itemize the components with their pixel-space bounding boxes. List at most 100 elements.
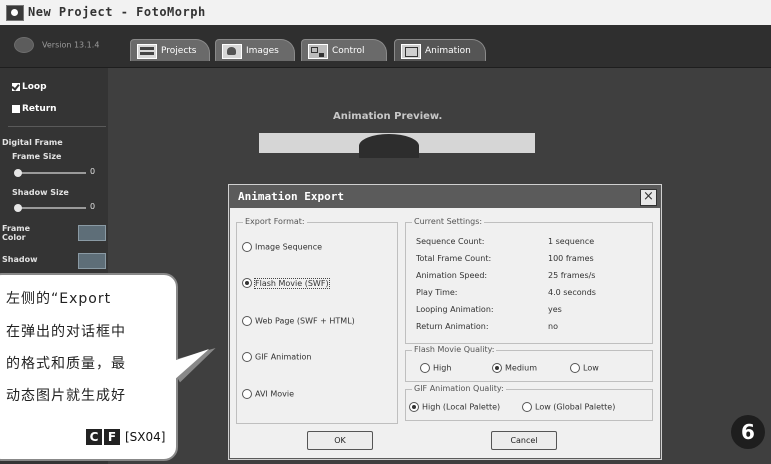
current-settings-group: Current Settings: Sequence Count: 1 sequ… [405,217,653,344]
settings-key: Return Animation: [416,322,489,331]
radio-icon [242,242,252,252]
shadow-label: Shadow [2,255,38,264]
cf-badge-f: F [104,429,120,445]
shadow-size-slider[interactable] [18,207,86,209]
radio-selected-icon [242,278,252,288]
gif-quality-label: GIF Animation Quality: [412,384,506,393]
fotomorph-logo-icon [14,37,34,53]
animation-export-dialog: Animation Export × Export Format: Image … [229,185,661,459]
loop-label: Loop [22,82,47,92]
settings-value: no [548,322,558,331]
preview-title: Animation Preview. [333,111,443,122]
tab-images-label: Images [246,46,279,56]
radio-gif-low-label: Low (Global Palette) [535,402,616,412]
grid-icon [137,44,157,59]
callout-text-line: 的格式和质量，最 [6,356,126,372]
tab-projects-label: Projects [161,46,197,56]
radio-flash-high-label: High [433,363,452,373]
radio-avi-movie[interactable]: AVI Movie [242,389,294,399]
radio-icon [420,363,430,373]
frame-color-swatch[interactable] [78,225,106,241]
radio-flash-high[interactable]: High [420,363,451,373]
radio-flash-medium[interactable]: Medium [492,363,537,373]
checkbox-unchecked-icon [12,104,20,113]
frame-size-slider-handle[interactable] [14,169,22,177]
sidebar-divider [8,126,106,127]
cf-badge-c: C [86,429,102,445]
shadow-size-label: Shadow Size [12,188,69,197]
export-format-label: Export Format: [243,217,307,226]
step-number-badge: 6 [731,415,765,449]
preview-image-shape [359,134,419,158]
tab-animation-label: Animation [425,46,471,56]
radio-flash-movie[interactable]: Flash Movie (SWF) [242,277,330,289]
control-icon [308,44,328,59]
settings-key: Animation Speed: [416,271,488,280]
radio-flash-medium-label: Medium [505,363,537,373]
radio-icon [522,402,532,412]
radio-web-page-label: Web Page (SWF + HTML) [255,316,355,326]
callout-text-line: 在弹出的对话框中 [6,324,126,340]
return-checkbox[interactable]: Return [12,104,57,114]
settings-key: Sequence Count: [416,237,485,246]
radio-icon [242,352,252,362]
radio-selected-icon [409,402,419,412]
tab-images[interactable]: Images [215,39,295,61]
callout-code: [SX04] [125,430,166,444]
animation-icon [401,44,421,59]
frame-size-value: 0 [90,167,96,176]
current-settings-label: Current Settings: [412,217,485,226]
window-title: New Project - FotoMorph [28,5,206,19]
radio-avi-movie-label: AVI Movie [255,389,295,399]
top-toolbar: Version 13.1.4 Projects Images Control A… [0,25,771,68]
tab-control-label: Control [332,46,365,56]
settings-key: Total Frame Count: [416,254,492,263]
return-label: Return [22,104,57,114]
radio-gif-high-label: High (Local Palette) [422,402,501,412]
callout-text-line: 左侧的“Export [6,291,112,307]
settings-value: 4.0 seconds [548,288,596,297]
tab-control[interactable]: Control [301,39,387,61]
radio-gif-high[interactable]: High (Local Palette) [409,402,500,412]
tab-animation[interactable]: Animation [394,39,486,61]
shadow-size-value: 0 [90,202,96,211]
settings-value: 25 frames/s [548,271,596,280]
radio-gif-animation-label: GIF Animation [255,352,312,362]
radio-icon [570,363,580,373]
checkbox-checked-icon [12,82,20,91]
radio-image-sequence-label: Image Sequence [255,242,323,252]
settings-key: Play Time: [416,288,458,297]
settings-key: Looping Animation: [416,305,494,314]
tab-projects[interactable]: Projects [130,39,210,61]
ok-button[interactable]: OK [307,431,373,450]
radio-selected-icon [492,363,502,373]
settings-value: 100 frames [548,254,594,263]
image-icon [222,44,242,59]
frame-size-label: Frame Size [12,152,62,161]
radio-gif-low[interactable]: Low (Global Palette) [522,402,615,412]
radio-web-page[interactable]: Web Page (SWF + HTML) [242,316,355,326]
close-icon[interactable]: × [640,189,657,206]
radio-image-sequence[interactable]: Image Sequence [242,242,322,252]
shadow-color-swatch[interactable] [78,253,106,269]
app-logo-icon [6,5,24,21]
shadow-size-slider-handle[interactable] [14,204,22,212]
radio-flash-movie-label: Flash Movie (SWF) [254,277,330,289]
flash-quality-label: Flash Movie Quality: [412,345,497,354]
loop-checkbox[interactable]: Loop [12,82,47,92]
settings-value: yes [548,305,562,314]
digital-frame-heading: Digital Frame [2,138,63,147]
radio-icon [242,316,252,326]
callout-text-line: 动态图片就生成好 [6,388,126,404]
radio-flash-low[interactable]: Low [570,363,599,373]
frame-size-slider[interactable] [18,172,86,174]
cancel-button[interactable]: Cancel [491,431,557,450]
version-label: Version 13.1.4 [14,37,99,53]
settings-value: 1 sequence [548,237,595,246]
radio-icon [242,389,252,399]
dialog-title: Animation Export [230,186,660,208]
radio-flash-low-label: Low [583,363,599,373]
radio-gif-animation[interactable]: GIF Animation [242,352,312,362]
frame-color-label: Frame Color [2,224,31,242]
window-titlebar: New Project - FotoMorph [0,0,771,26]
